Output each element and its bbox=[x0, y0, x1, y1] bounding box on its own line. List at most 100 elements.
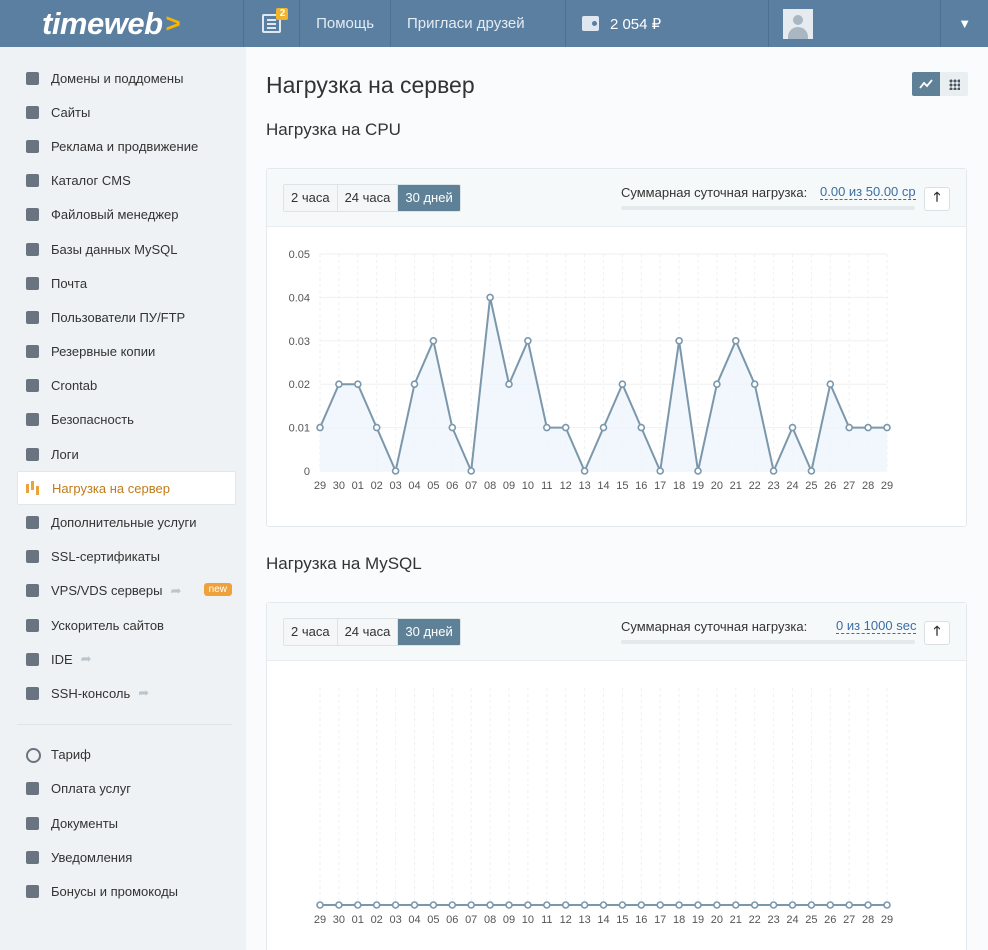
logo-arrow: > bbox=[165, 8, 181, 38]
tab-24-hours[interactable]: 24 часа bbox=[337, 619, 399, 645]
cpu-section-title: Нагрузка на CPU bbox=[266, 120, 401, 139]
cpu-sum-value[interactable]: 0.00 из 50.00 cp bbox=[820, 185, 916, 200]
sidebar-item[interactable]: Почта bbox=[17, 266, 236, 300]
line-view-button[interactable] bbox=[912, 72, 940, 96]
sidebar-item[interactable]: Crontab bbox=[17, 369, 236, 403]
tab-24-hours[interactable]: 24 часа bbox=[337, 185, 399, 211]
logo[interactable]: timeweb > bbox=[0, 0, 245, 47]
x-tick-label: 14 bbox=[597, 914, 609, 926]
x-tick-label: 29 bbox=[314, 480, 326, 492]
grid-view-button[interactable] bbox=[940, 72, 968, 96]
sidebar-item[interactable]: SSL-сертификаты bbox=[17, 540, 236, 574]
certificate-icon bbox=[24, 548, 41, 565]
data-point bbox=[354, 901, 362, 909]
tab-30-days[interactable]: 30 дней bbox=[398, 619, 460, 645]
data-point bbox=[883, 423, 891, 432]
tab-30-days[interactable]: 30 дней bbox=[398, 185, 460, 211]
sidebar-item[interactable]: IDE ➦ bbox=[17, 642, 236, 676]
sidebar-item[interactable]: Документы bbox=[17, 806, 236, 840]
data-point bbox=[335, 380, 343, 388]
sidebar-item-label: Реклама и продвижение bbox=[51, 138, 199, 154]
sidebar-item[interactable]: Домены и поддомены bbox=[17, 61, 236, 95]
sidebar-item-label: Почта bbox=[51, 275, 88, 291]
x-tick-label: 11 bbox=[541, 480, 552, 492]
x-tick-label: 09 bbox=[503, 480, 515, 492]
sidebar-item[interactable]: Реклама и продвижение bbox=[17, 129, 236, 163]
sidebar-item[interactable]: Безопасность bbox=[17, 403, 236, 437]
data-point bbox=[448, 901, 457, 909]
y-tick-label: 0.05 bbox=[289, 249, 310, 261]
sidebar-item[interactable]: Дополнительные услуги bbox=[17, 505, 236, 539]
data-point bbox=[864, 423, 872, 432]
sidebar-item[interactable]: SSH-консоль ➦ bbox=[17, 676, 236, 710]
x-tick-label: 29 bbox=[881, 914, 893, 926]
mailbox-icon bbox=[24, 275, 41, 292]
data-point bbox=[656, 901, 665, 909]
code-file-icon bbox=[24, 651, 41, 668]
sidebar-item[interactable]: Базы данных MySQL bbox=[17, 232, 236, 266]
x-tick-label: 30 bbox=[333, 914, 345, 926]
user-menu[interactable] bbox=[769, 0, 942, 47]
sidebar: Домены и поддомены Сайты Реклама и продвиж… bbox=[0, 47, 246, 950]
sidebar-menu: Домены и поддомены Сайты Реклама и продвиж… bbox=[0, 61, 246, 711]
x-tick-label: 15 bbox=[616, 914, 628, 926]
avatar[interactable] bbox=[782, 8, 813, 39]
sidebar-item[interactable]: Уведомления bbox=[17, 840, 236, 874]
invite-friends-link[interactable]: Пригласи друзей bbox=[391, 0, 566, 47]
sidebar-item-label: Документы bbox=[51, 815, 119, 831]
sidebar-item[interactable]: Оплата услуг bbox=[17, 772, 236, 806]
x-tick-label: 02 bbox=[371, 480, 383, 492]
mysql-collapse-button[interactable]: 🡑 bbox=[924, 621, 950, 645]
sidebar-item[interactable]: Файловый менеджер bbox=[17, 198, 236, 232]
data-point bbox=[354, 380, 362, 388]
data-point bbox=[864, 901, 872, 909]
sidebar-item[interactable]: Сайты bbox=[17, 95, 236, 129]
x-tick-label: 05 bbox=[427, 914, 439, 926]
external-arrow-icon: ➦ bbox=[138, 685, 150, 701]
data-point bbox=[845, 423, 854, 432]
x-tick-label: 24 bbox=[786, 914, 798, 926]
sidebar-item[interactable]: VPS/VDS серверы ➦ new bbox=[17, 574, 236, 608]
mysql-range-tabs: 2 часа 24 часа 30 дней bbox=[283, 618, 461, 646]
data-point bbox=[467, 901, 475, 909]
external-arrow-icon: ➦ bbox=[170, 582, 182, 598]
sidebar-item[interactable]: Логи bbox=[17, 437, 236, 471]
dropdown-caret-icon[interactable]: ▼ bbox=[941, 0, 988, 47]
x-tick-label: 04 bbox=[408, 480, 420, 492]
sidebar-item[interactable]: Пользователи ПУ/FTP bbox=[17, 300, 236, 334]
mysql-panel-header: 2 часа 24 часа 30 дней Суммарная суточна… bbox=[267, 603, 966, 661]
sidebar-item[interactable]: Тариф bbox=[17, 738, 236, 772]
view-toggle bbox=[912, 72, 968, 96]
grid-icon bbox=[948, 78, 960, 90]
sidebar-item-label: Логи bbox=[51, 446, 79, 462]
sidebar-item-label: Каталог CMS bbox=[51, 173, 131, 189]
data-point bbox=[580, 467, 589, 475]
x-tick-label: 08 bbox=[484, 480, 496, 492]
sidebar-item[interactable]: Каталог CMS bbox=[17, 164, 236, 198]
help-link[interactable]: Помощь bbox=[300, 0, 392, 47]
x-tick-label: 26 bbox=[824, 914, 836, 926]
badge-check-icon bbox=[24, 514, 41, 531]
data-point bbox=[769, 467, 778, 475]
sidebar-item[interactable]: Нагрузка на сервер bbox=[17, 471, 236, 506]
sidebar-item[interactable]: Бонусы и промокоды bbox=[17, 874, 236, 908]
cpu-collapse-button[interactable]: 🡑 bbox=[924, 187, 950, 211]
tab-2-hours[interactable]: 2 часа bbox=[284, 185, 338, 211]
logo-text: timeweb bbox=[42, 5, 163, 41]
x-tick-label: 12 bbox=[560, 480, 572, 492]
data-point bbox=[637, 901, 646, 909]
news-button[interactable]: 2 bbox=[244, 0, 301, 47]
sidebar-item[interactable]: Резервные копии bbox=[17, 335, 236, 369]
data-point bbox=[807, 901, 816, 909]
sidebar-item-label: Нагрузка на сервер bbox=[52, 480, 170, 496]
log-check-icon bbox=[24, 446, 41, 463]
mysql-sum-value[interactable]: 0 из 1000 sec bbox=[836, 619, 917, 634]
sidebar-item-label: Файловый менеджер bbox=[51, 207, 179, 223]
sidebar-item[interactable]: Ускоритель сайтов bbox=[17, 608, 236, 642]
tab-2-hours[interactable]: 2 часа bbox=[284, 619, 338, 645]
x-tick-label: 19 bbox=[692, 914, 704, 926]
balance-button[interactable]: 2 054 ₽ bbox=[566, 0, 769, 47]
sidebar-item-label: Уведомления bbox=[51, 849, 133, 865]
x-tick-label: 06 bbox=[446, 480, 458, 492]
x-tick-label: 09 bbox=[503, 914, 515, 926]
